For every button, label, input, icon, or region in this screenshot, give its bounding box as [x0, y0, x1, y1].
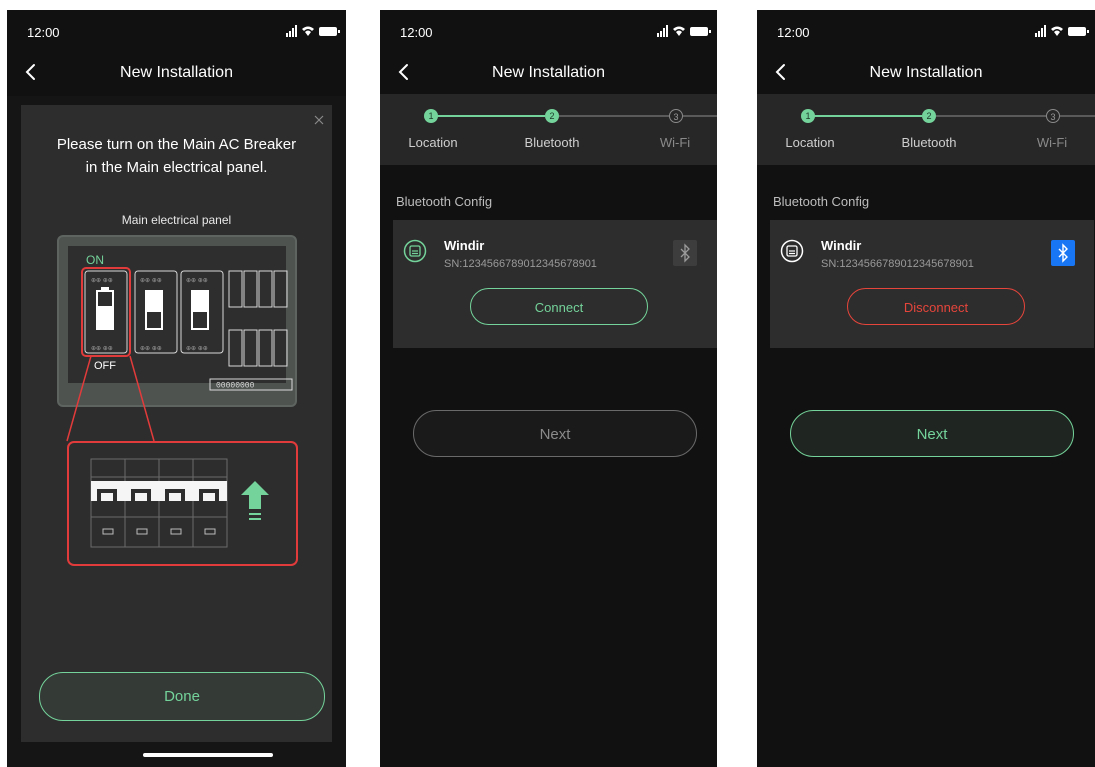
next-button[interactable]: Next — [790, 410, 1074, 457]
step-3-label: Wi-Fi — [659, 135, 691, 150]
status-icons — [1035, 25, 1089, 37]
step-2-label: Bluetooth — [524, 135, 580, 150]
device-name: Windir — [444, 238, 485, 253]
status-icons — [657, 25, 711, 37]
page-title: New Installation — [869, 64, 983, 81]
home-indicator — [143, 753, 273, 757]
step-connector-2 — [936, 115, 1046, 117]
step-connector-1 — [812, 115, 922, 117]
step-connector-3 — [1060, 115, 1095, 117]
next-button[interactable]: Next — [413, 410, 697, 457]
device-serial: SN:12345667890123456789​01 — [821, 258, 974, 270]
phone-screen-bluetooth-connect: 12:00 New Installation 1 2 3 Location Bl… — [380, 10, 717, 767]
section-label: Bluetooth Config — [396, 194, 493, 209]
status-bar: 12:00 — [7, 10, 346, 50]
status-time: 12:00 — [777, 25, 810, 40]
step-3-label: Wi-Fi — [1036, 135, 1068, 150]
step-connector-2 — [559, 115, 669, 117]
device-icon — [403, 239, 427, 263]
bluetooth-icon — [1051, 240, 1075, 266]
device-card: Windir SN:12345667890123456789​01 Discon… — [770, 220, 1094, 348]
callout-lines — [66, 355, 155, 442]
status-time: 12:00 — [27, 25, 60, 40]
status-icons — [286, 25, 340, 37]
device-card: Windir SN:12345667890123456789​01 Connec… — [393, 220, 717, 348]
step-1-indicator: 1 — [424, 109, 438, 123]
device-serial: SN:12345667890123456789​01 — [444, 258, 597, 270]
page-title: New Installation — [492, 64, 605, 81]
arrow-up-icon — [241, 481, 269, 509]
progress-steps: 1 2 3 Location Bluetooth Wi-Fi — [757, 94, 1095, 165]
connect-button[interactable]: Connect — [470, 288, 648, 325]
done-button[interactable]: Done — [39, 672, 325, 721]
step-1-indicator: 1 — [801, 109, 815, 123]
section-label: Bluetooth Config — [773, 194, 870, 209]
progress-steps: 1 2 3 Location Bluetooth Wi-Fi — [380, 94, 717, 165]
phone-screen-breaker-instructions: 12:00 New Installation Please turn on th… — [7, 10, 346, 767]
breaker-closeup-illustration — [67, 441, 298, 566]
phone-screen-bluetooth-disconnect: 12:00 New Installation 1 2 3 Location Bl… — [757, 10, 1095, 767]
bluetooth-icon — [673, 240, 697, 266]
step-3-indicator: 3 — [1046, 109, 1060, 123]
status-bar: 12:00 — [757, 10, 1095, 50]
nav-bar: New Installation — [757, 50, 1095, 94]
device-icon — [780, 239, 804, 263]
step-1-label: Location — [785, 135, 835, 150]
step-connector-1 — [435, 115, 545, 117]
step-2-indicator: 2 — [922, 109, 936, 123]
nav-bar: New Installation — [7, 50, 346, 94]
nav-bar: New Installation — [380, 50, 717, 94]
page-title: New Installation — [120, 64, 233, 81]
breaker-modal: Please turn on the Main AC Breaker in th… — [21, 105, 332, 742]
device-name: Windir — [821, 238, 862, 253]
step-connector-3 — [683, 115, 717, 117]
step-2-indicator: 2 — [545, 109, 559, 123]
step-2-label: Bluetooth — [901, 135, 957, 150]
step-3-indicator: 3 — [669, 109, 683, 123]
step-1-label: Location — [408, 135, 458, 150]
status-bar: 12:00 — [380, 10, 717, 50]
status-time: 12:00 — [400, 25, 433, 40]
disconnect-button[interactable]: Disconnect — [847, 288, 1025, 325]
